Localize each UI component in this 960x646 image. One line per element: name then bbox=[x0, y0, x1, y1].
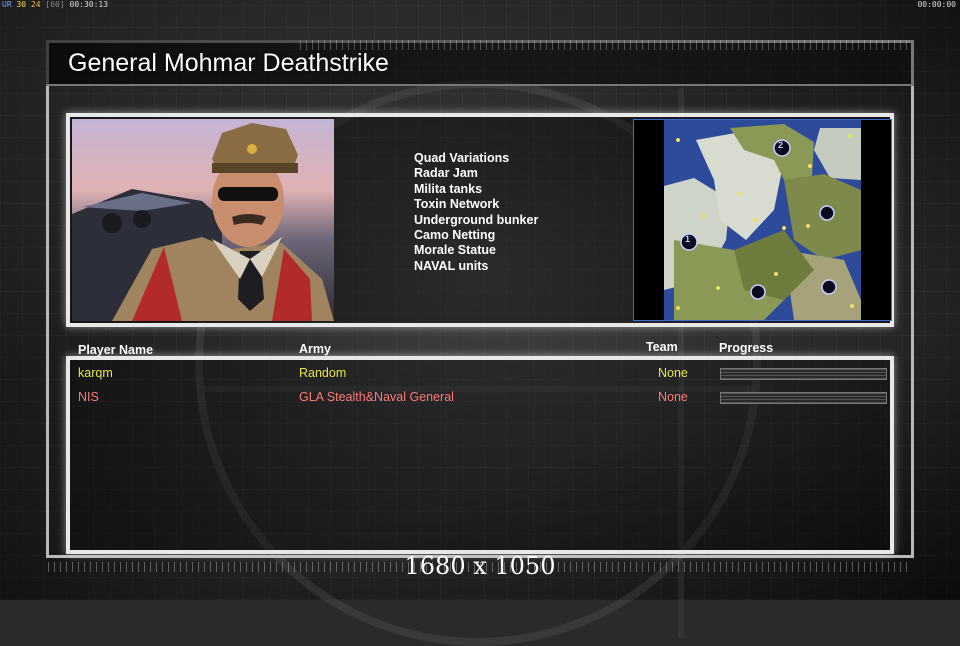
hud-strip: UR 30 24 [60] 00:30:13 00:00:00 bbox=[0, 0, 960, 10]
player-progress-bar bbox=[720, 368, 887, 380]
player-table-header: Player Name Army Team Progress bbox=[0, 340, 960, 357]
hud-value-1: 30 bbox=[16, 0, 27, 9]
general-features-list: Quad Variations Radar Jam Milita tanks T… bbox=[414, 151, 538, 274]
player-army: GLA Stealth&Naval General bbox=[299, 390, 454, 404]
resolution-label: 1680 x 1050 bbox=[404, 552, 556, 580]
start-position-label-2: 2 bbox=[778, 140, 784, 150]
start-position-label-1: 1 bbox=[685, 234, 691, 244]
table-row[interactable]: NIS GLA Stealth&Naval General None bbox=[0, 390, 960, 410]
header-player-name: Player Name bbox=[78, 343, 154, 357]
player-team: None bbox=[658, 366, 688, 380]
hud-stats: UR 30 24 [60] 00:30:13 bbox=[2, 0, 108, 9]
header-team: Team bbox=[646, 340, 678, 354]
player-progress-bar bbox=[720, 392, 887, 404]
table-row[interactable]: karqm Random None bbox=[0, 366, 960, 386]
general-portrait bbox=[72, 119, 334, 321]
ruler-top-decoration bbox=[300, 40, 912, 50]
hud-value-2: 24 bbox=[30, 0, 41, 9]
player-army: Random bbox=[299, 366, 347, 380]
feature-item: Milita tanks bbox=[414, 181, 483, 196]
general-portrait-image bbox=[72, 119, 334, 321]
header-army: Army bbox=[299, 342, 331, 356]
feature-item: Radar Jam bbox=[414, 166, 478, 181]
feature-item: Toxin Network bbox=[414, 197, 500, 212]
player-name: NIS bbox=[78, 390, 99, 404]
hud-ur: UR bbox=[2, 0, 12, 9]
hud-timer-right: 00:00:00 bbox=[917, 0, 956, 9]
map-preview[interactable]: 1 2 bbox=[633, 119, 892, 321]
hud-value-3: [60] bbox=[45, 0, 65, 9]
player-team: None bbox=[658, 390, 688, 404]
header-progress: Progress bbox=[719, 341, 774, 355]
player-name: karqm bbox=[78, 366, 113, 380]
map-preview-image bbox=[634, 120, 891, 320]
feature-item: Underground bunker bbox=[414, 212, 539, 227]
feature-item: Camo Netting bbox=[414, 228, 496, 243]
page-title: General Mohmar Deathstrike bbox=[68, 49, 389, 77]
feature-item: NAVAL units bbox=[414, 258, 489, 273]
feature-item: Morale Statue bbox=[414, 243, 496, 258]
hud-timer-left: 00:30:13 bbox=[69, 0, 109, 9]
feature-item: Quad Variations bbox=[414, 151, 510, 165]
